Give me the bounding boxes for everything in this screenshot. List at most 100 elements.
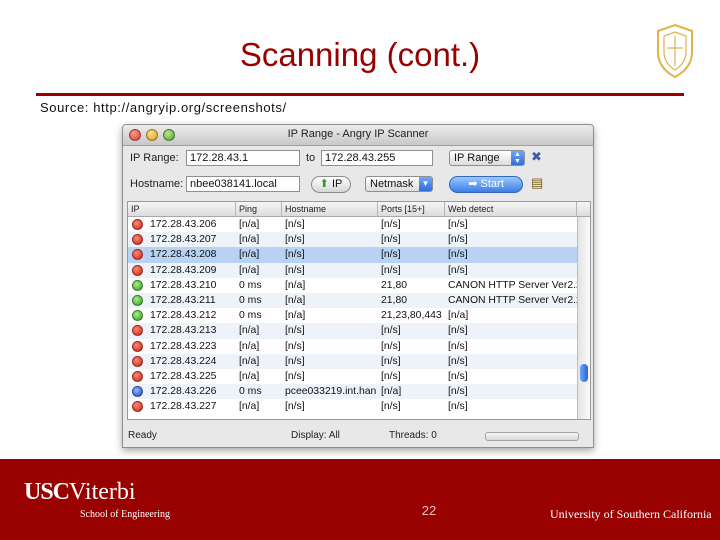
scrollbar-thumb[interactable] [580, 364, 588, 382]
table-row[interactable]: 172.28.43.223 [n/a] [n/s] [n/s] [n/s] [128, 338, 577, 354]
cell-ports: 21,80 [381, 294, 408, 306]
cell-web: [n/s] [448, 325, 468, 337]
cell-ping: 0 ms [239, 294, 262, 306]
cell-hostname: [n/s] [285, 234, 305, 246]
column-header-web-detect[interactable]: Web detect [445, 202, 577, 216]
ip-lookup-button[interactable]: ⬆ IP [311, 176, 351, 193]
hostname-label: Hostname: [130, 178, 184, 190]
tools-icon[interactable]: ✖ [531, 149, 542, 165]
cell-web: [n/s] [448, 340, 468, 352]
cell-ports: [n/s] [381, 249, 401, 261]
cell-ip: 172.28.43.209 [150, 264, 217, 276]
netmask-select-value: Netmask [370, 178, 414, 190]
logo-usc-text: USC [24, 479, 70, 505]
cell-hostname: [n/s] [285, 249, 305, 261]
start-arrow-icon: ➡ [468, 178, 478, 190]
table-row[interactable]: 172.28.43.224 [n/a] [n/s] [n/s] [n/s] [128, 353, 577, 369]
usc-seal-icon [657, 23, 693, 79]
feeder-select[interactable]: IP Range ▲ ▼ [449, 150, 525, 166]
table-row[interactable]: 172.28.43.213 [n/a] [n/s] [n/s] [n/s] [128, 323, 577, 339]
angry-ip-scanner-window: IP Range - Angry IP Scanner IP Range: to… [122, 124, 594, 448]
column-header-ip[interactable]: IP [128, 202, 236, 216]
table-row[interactable]: 172.28.43.209 [n/a] [n/s] [n/s] [n/s] [128, 262, 577, 278]
cell-ports: [n/s] [381, 219, 401, 230]
table-row[interactable]: 172.28.43.206 [n/a] [n/s] [n/s] [n/s] [128, 217, 577, 233]
ip-end-input[interactable] [321, 150, 433, 166]
start-button[interactable]: ➡ Start [449, 176, 523, 193]
hostname-input[interactable] [186, 176, 300, 192]
ip-start-input[interactable] [186, 150, 300, 166]
cell-ports: [n/s] [381, 370, 401, 382]
cell-ports: [n/s] [381, 355, 401, 367]
cell-web: [n/s] [448, 249, 468, 261]
slide-number: 22 [421, 503, 437, 518]
cell-hostname: pcee033219.int.han [285, 386, 377, 398]
source-caption: Source: http://angryip.org/screenshots/ [40, 100, 287, 115]
status-threads: Threads: 0 [389, 430, 437, 441]
cell-web: [n/a] [448, 310, 469, 322]
up-arrow-icon: ⬆ [319, 178, 329, 190]
cell-ping: 0 ms [239, 386, 262, 398]
table-row[interactable]: 172.28.43.212 0 ms [n/a] 21,23,80,443 [n/a] [128, 308, 577, 324]
logo-viterbi-text: Viterbi [69, 479, 136, 505]
status-state: Ready [128, 430, 157, 441]
cell-ports: [n/a] [381, 386, 402, 398]
progress-gauge [485, 432, 579, 441]
cell-ping: 0 ms [239, 310, 262, 322]
cell-ports: 21,23,80,443 [381, 310, 442, 322]
cell-web: [n/s] [448, 401, 468, 413]
table-row[interactable]: 172.28.43.227 [n/a] [n/s] [n/s] [n/s] [128, 399, 577, 415]
cell-ip: 172.28.43.213 [150, 325, 217, 337]
results-table: IP Ping Hostname Ports [15+] Web detect … [127, 201, 591, 420]
table-row[interactable]: 172.28.43.210 0 ms [n/a] 21,80 CANON HTTP Se… [128, 277, 577, 293]
table-scrollbar[interactable] [577, 217, 590, 419]
status-bar: Ready Display: All Threads: 0 [123, 425, 593, 447]
cell-ping: [n/a] [239, 264, 260, 276]
feeder-select-value: IP Range [454, 152, 500, 164]
column-header-ports[interactable]: Ports [15+] [378, 202, 445, 216]
cell-ip: 172.28.43.224 [150, 355, 217, 367]
university-name: University of Southern California [550, 507, 712, 521]
cell-ping: [n/a] [239, 249, 260, 261]
cell-hostname: [n/a] [285, 294, 306, 306]
cell-ip: 172.28.43.206 [150, 219, 217, 230]
cell-hostname: [n/s] [285, 355, 305, 367]
window-titlebar[interactable]: IP Range - Angry IP Scanner [123, 125, 593, 146]
column-header-hostname[interactable]: Hostname [282, 202, 378, 216]
cell-ip: 172.28.43.211 [150, 294, 216, 306]
table-row[interactable]: 172.28.43.211 0 ms [n/a] 21,80 CANON HTTP Se… [128, 292, 577, 309]
slide-title: Scanning (cont.) [239, 36, 481, 73]
start-label: Start [480, 178, 504, 190]
table-row[interactable]: 172.28.43.207 [n/a] [n/s] [n/s] [n/s] [128, 232, 577, 248]
ip-range-label: IP Range: [130, 152, 179, 164]
window-title: IP Range - Angry IP Scanner [287, 128, 429, 140]
cell-ip: 172.28.43.212 [150, 310, 217, 322]
cell-ports: [n/s] [381, 234, 401, 246]
cell-ip: 172.28.43.226 [150, 386, 217, 398]
select-arrows-icon: ▲ ▼ [511, 151, 524, 165]
to-label: to [306, 152, 316, 164]
netmask-select[interactable]: Netmask ▼ [365, 176, 433, 192]
cell-ports: [n/s] [381, 325, 401, 337]
cell-ports: [n/s] [381, 264, 401, 276]
cell-hostname: [n/a] [285, 279, 306, 291]
table-header: IP Ping Hostname Ports [15+] Web detect [128, 202, 590, 217]
dropdown-arrow-icon: ▼ [419, 177, 432, 191]
slide-footer: USCViterbi School of Engineering 22 Univ… [0, 459, 720, 540]
cell-web: [n/s] [448, 386, 468, 398]
cell-hostname: [n/a] [285, 310, 306, 322]
favorites-folder-icon[interactable]: ▤ [531, 175, 543, 191]
cell-ping: [n/a] [239, 355, 260, 367]
cell-ip: 172.28.43.210 [150, 279, 217, 291]
cell-web: [n/s] [448, 219, 468, 230]
status-display: Display: All [291, 430, 340, 441]
table-row[interactable]: 172.28.43.208 [n/a] [n/s] [n/s] [n/s] [128, 247, 577, 263]
cell-web: [n/s] [448, 234, 468, 246]
ip-lookup-label: IP [331, 178, 343, 190]
table-row[interactable]: 172.28.43.226 0 ms pcee033219.int.han [n/a]… [128, 384, 577, 400]
table-row[interactable]: 172.28.43.225 [n/a] [n/s] [n/s] [n/s] [128, 368, 577, 385]
cell-ports: [n/s] [381, 340, 401, 352]
column-header-ping[interactable]: Ping [236, 202, 282, 216]
cell-ports: 21,80 [381, 279, 408, 291]
cell-hostname: [n/s] [285, 325, 305, 337]
